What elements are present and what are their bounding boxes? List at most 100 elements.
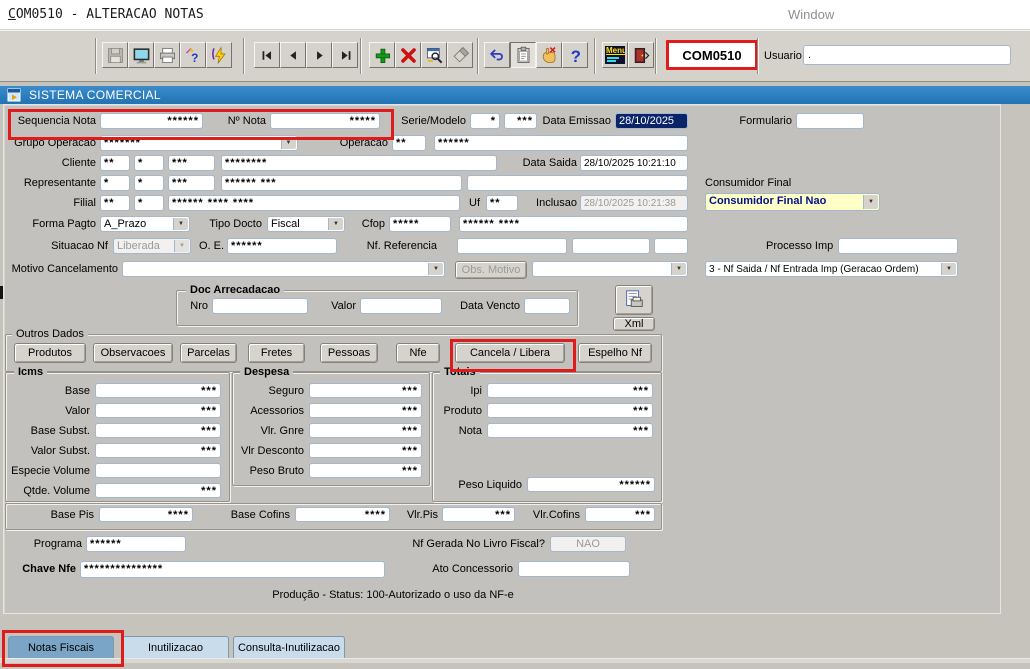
cut-button[interactable] <box>536 42 562 68</box>
window-menu[interactable]: Window <box>788 7 834 22</box>
icms-valor-field[interactable]: *** <box>95 403 221 418</box>
clear-button[interactable] <box>447 42 473 68</box>
tab-notas-fiscais[interactable]: Notas Fiscais <box>8 636 114 659</box>
tab-inutilizacao[interactable]: Inutilizacao <box>122 636 229 659</box>
produto-total-label: Produto <box>428 405 482 418</box>
print-button[interactable] <box>154 42 180 68</box>
peso-liquido-field[interactable]: ****** <box>527 477 655 492</box>
pessoas-button[interactable]: Pessoas <box>320 343 378 363</box>
cliente-field-1[interactable]: ** <box>100 155 130 171</box>
execute-button[interactable] <box>206 42 232 68</box>
insert-record-button[interactable] <box>369 42 395 68</box>
oe-field[interactable]: ****** <box>227 238 337 254</box>
vlr-desconto-field[interactable]: *** <box>309 443 422 458</box>
find-button[interactable] <box>421 42 447 68</box>
icms-base-subst-field[interactable]: *** <box>95 423 221 438</box>
cfop-code-field[interactable]: ***** <box>389 216 451 232</box>
operacao-code-field[interactable]: ** <box>392 135 426 151</box>
base-cofins-field[interactable]: **** <box>295 507 390 522</box>
cliente-field-2[interactable]: * <box>134 155 164 171</box>
peso-bruto-field[interactable]: *** <box>309 463 422 478</box>
undo-button[interactable] <box>484 42 510 68</box>
vlr-cofins-field[interactable]: *** <box>585 507 655 522</box>
usuario-input[interactable]: . <box>803 45 1011 65</box>
nav-last-button[interactable] <box>332 42 358 68</box>
grupo-operacao-dropdown[interactable]: ******* <box>100 135 298 151</box>
icms-valor-subst-field[interactable]: *** <box>95 443 221 458</box>
help-query-button[interactable]: ? <box>180 42 206 68</box>
save-button[interactable] <box>102 42 128 68</box>
programa-field[interactable]: ****** <box>86 536 186 552</box>
observacoes-button[interactable]: Observacoes <box>93 343 173 363</box>
representante-name-field[interactable]: ****** *** <box>221 175 462 191</box>
cliente-name-field[interactable]: ******** <box>221 155 497 171</box>
nf-referencia-field-1[interactable] <box>457 238 567 254</box>
tab-consulta-inutilizacao[interactable]: Consulta-Inutilizacao <box>233 636 345 659</box>
uf-field[interactable]: ** <box>486 195 518 211</box>
especie-volume-field[interactable] <box>95 463 221 478</box>
chave-nfe-field[interactable]: *************** <box>80 561 385 578</box>
nav-prev-button[interactable] <box>280 42 306 68</box>
filial-name-field[interactable]: ****** **** **** <box>168 195 460 211</box>
modelo-field[interactable]: *** <box>504 113 537 129</box>
representante-field-3[interactable]: *** <box>168 175 215 191</box>
representante-field-1[interactable]: * <box>100 175 130 191</box>
data-saida-field[interactable]: 28/10/2025 10:21:10 <box>580 155 688 171</box>
fretes-button[interactable]: Fretes <box>248 343 305 363</box>
nfe-button[interactable]: Nfe <box>396 343 440 363</box>
produtos-button[interactable]: Produtos <box>14 343 86 363</box>
ato-concessorio-field[interactable] <box>518 561 630 577</box>
nav-next-button[interactable] <box>306 42 332 68</box>
qtde-volume-field[interactable]: *** <box>95 483 221 498</box>
processo-imp-field[interactable] <box>838 238 958 254</box>
display-block-button[interactable] <box>128 42 154 68</box>
menu-button[interactable]: Menu <box>602 42 628 68</box>
data-vencto-field[interactable] <box>524 298 570 314</box>
tipo-docto-dropdown[interactable]: Fiscal <box>267 216 345 232</box>
vlr-pis-field[interactable]: *** <box>442 507 515 522</box>
valor-field[interactable] <box>360 298 442 314</box>
representante-extra-field[interactable] <box>467 175 688 191</box>
ipi-field[interactable]: *** <box>487 383 653 398</box>
produto-total-field[interactable]: *** <box>487 403 653 418</box>
formulario-field[interactable] <box>796 113 864 129</box>
parcelas-button[interactable]: Parcelas <box>180 343 237 363</box>
obs-motivo-button: Obs. Motivo <box>455 261 527 279</box>
seguro-field[interactable]: *** <box>309 383 422 398</box>
clipboard-button[interactable] <box>510 42 536 68</box>
cancela-libera-button[interactable]: Cancela / Libera <box>455 343 565 363</box>
nf-referencia-label: Nf. Referencia <box>362 240 437 253</box>
icms-base-field[interactable]: *** <box>95 383 221 398</box>
consumidor-final-dropdown[interactable]: Consumidor Final Nao <box>705 193 880 211</box>
nf-referencia-field-3[interactable] <box>654 238 688 254</box>
filial-field-2[interactable]: * <box>134 195 164 211</box>
forma-pagto-dropdown[interactable]: A_Prazo <box>100 216 190 232</box>
program-code-field[interactable]: COM0510 <box>666 40 758 70</box>
tipo-geracao-dropdown[interactable]: 3 - Nf Saida / Nf Entrada Imp (Geracao O… <box>705 261 958 277</box>
cfop-desc-field[interactable]: ****** **** <box>459 216 688 232</box>
operacao-desc-field[interactable]: ****** <box>434 135 688 151</box>
cliente-field-3[interactable]: *** <box>168 155 215 171</box>
delete-record-button[interactable] <box>395 42 421 68</box>
filial-field-1[interactable]: ** <box>100 195 130 211</box>
data-emissao-field[interactable]: 28/10/2025 <box>615 113 688 129</box>
numero-nota-field[interactable]: ***** <box>270 113 380 129</box>
serie-field[interactable]: * <box>470 113 500 129</box>
nf-referencia-field-2[interactable] <box>572 238 650 254</box>
motivo-cancelamento-dropdown[interactable] <box>122 261 445 277</box>
base-pis-field[interactable]: **** <box>99 507 193 522</box>
xml-button[interactable] <box>615 285 653 315</box>
nota-total-field[interactable]: *** <box>487 423 653 438</box>
representante-field-2[interactable]: * <box>134 175 164 191</box>
xml-label-button[interactable]: Xml <box>613 317 655 331</box>
espelho-nf-button[interactable]: Espelho Nf <box>578 343 652 363</box>
nro-field[interactable] <box>212 298 308 314</box>
exit-button[interactable] <box>628 42 654 68</box>
toolbar-separator <box>477 38 479 74</box>
acessorios-field[interactable]: *** <box>309 403 422 418</box>
help-button[interactable]: ? <box>562 42 588 68</box>
nav-first-button[interactable] <box>254 42 280 68</box>
motivo-cancelamento-dropdown-2[interactable] <box>532 261 688 277</box>
sequencia-nota-field[interactable]: ****** <box>100 113 203 129</box>
vlr-gnre-field[interactable]: *** <box>309 423 422 438</box>
